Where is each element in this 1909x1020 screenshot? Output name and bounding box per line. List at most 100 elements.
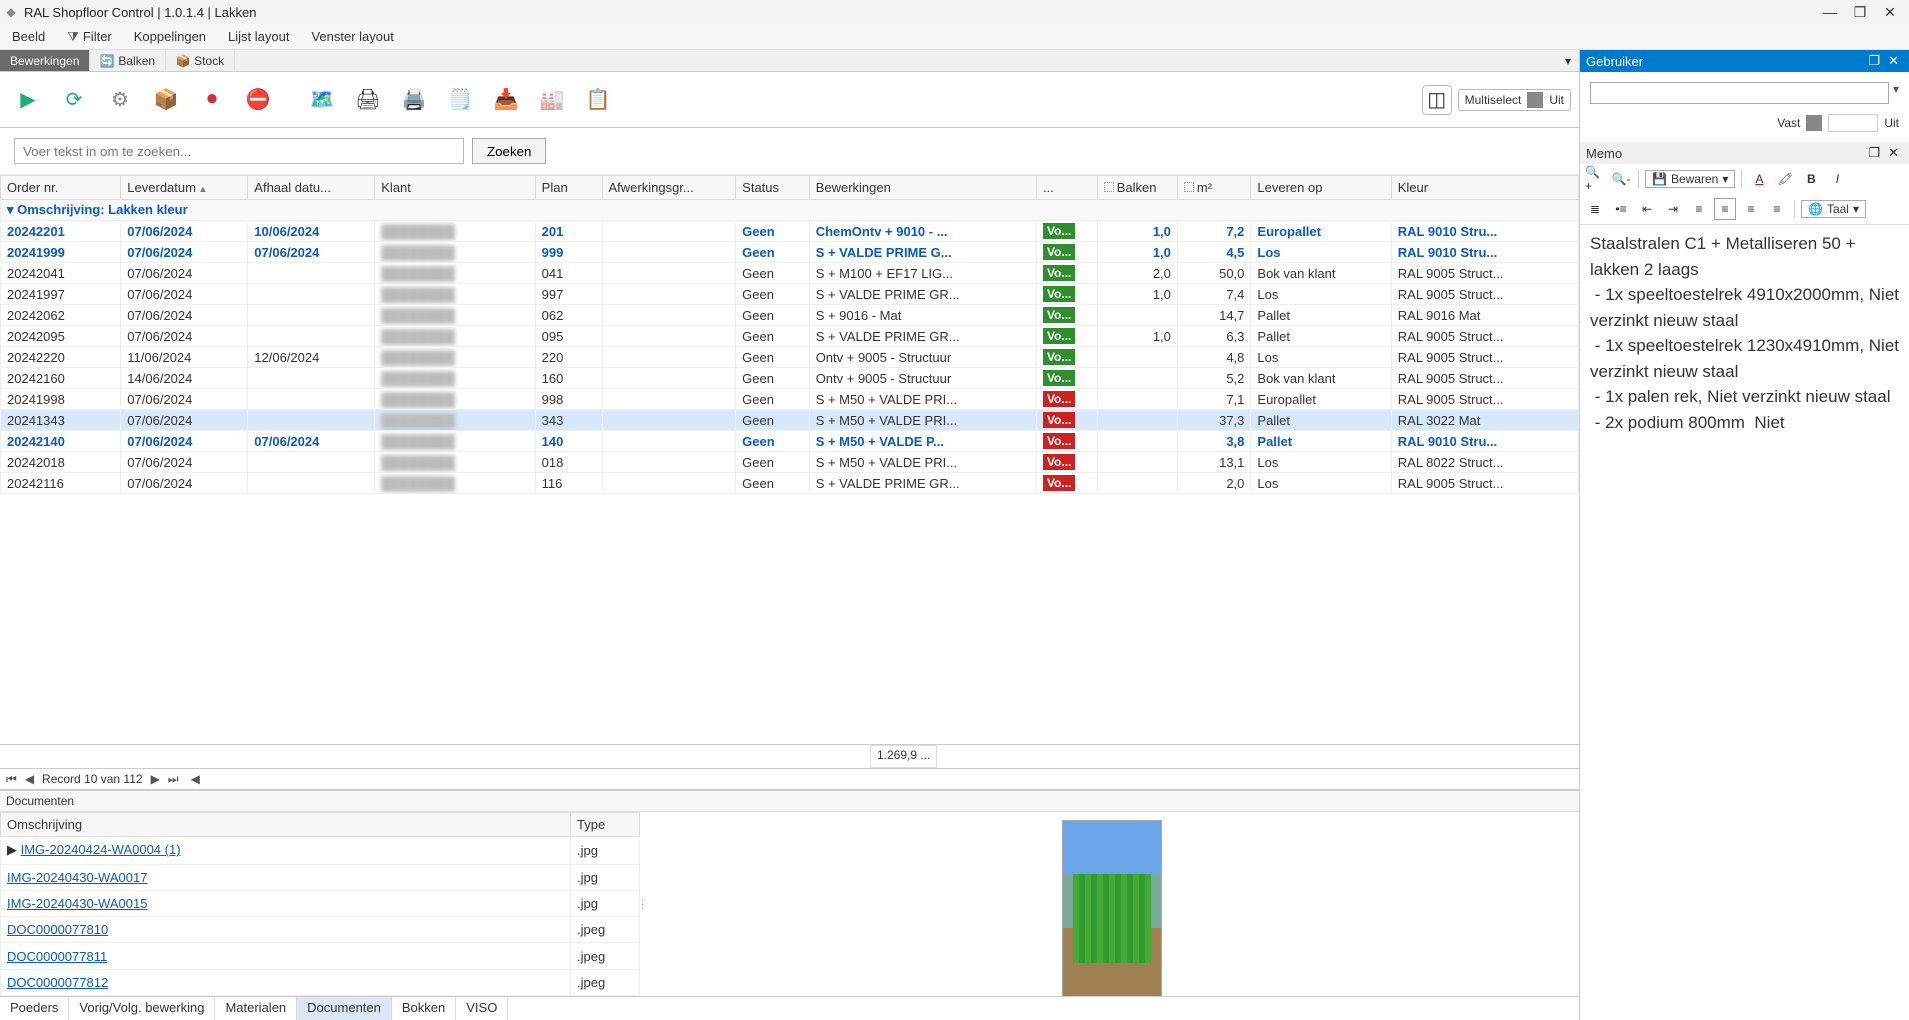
table-row[interactable]: 2024222011/06/202412/06/2024████████220G… [1,347,1579,368]
col-header[interactable]: Afwerkingsgr... [602,176,736,200]
tab-stock[interactable]: 📦Stock [166,50,235,71]
refresh-button[interactable]: ⟳ [54,80,94,120]
nav-next[interactable]: ▶ [151,772,160,786]
play-button[interactable]: ▶ [8,80,48,120]
nav-last[interactable]: ⏭ [168,772,179,787]
italic-icon[interactable]: I [1826,168,1848,190]
document-row[interactable]: DOC0000077810.jpeg [1,917,640,943]
bold-icon[interactable]: B [1800,168,1822,190]
table-row[interactable]: 2024204107/06/2024████████041GeenS + M10… [1,263,1579,284]
col-header[interactable]: ... [1036,176,1097,200]
search-button[interactable]: Zoeken [472,138,546,164]
col-header[interactable]: Kleur [1391,176,1578,200]
factory-button[interactable]: 🏭 [532,80,572,120]
bottom-tab[interactable]: Documenten [297,997,392,1020]
table-row[interactable]: 2024134307/06/2024████████343GeenS + M50… [1,410,1579,431]
barcode-button[interactable]: 🖨 [348,80,388,120]
col-header[interactable]: Order nr. [1,176,121,200]
menu-lijst-layout[interactable]: Lijst layout [224,27,293,46]
record-button[interactable]: ⏺ [192,80,232,120]
stop-button[interactable]: ⛔ [238,80,278,120]
document-row[interactable]: IMG-20240430-WA0015.jpg [1,890,640,916]
table-row[interactable]: 2024209507/06/2024████████095GeenS + VAL… [1,326,1579,347]
align-left-icon[interactable]: ≡ [1688,198,1710,220]
bottom-tab[interactable]: Bokken [392,997,456,1020]
menu-filter[interactable]: ⧩Filter [63,27,116,47]
col-header[interactable]: Klant [375,176,535,200]
orders-grid[interactable]: Order nr.LeverdatumAfhaal datu...KlantPl… [0,175,1579,744]
col-header[interactable]: m² [1177,176,1251,200]
col-header[interactable]: Balken [1097,176,1177,200]
print-button[interactable]: 🖨️ [394,80,434,120]
table-row[interactable]: 2024211607/06/2024████████116GeenS + VAL… [1,473,1579,494]
col-header[interactable]: Status [736,176,810,200]
font-color-icon[interactable]: A [1748,168,1770,190]
zoom-in-icon[interactable]: 🔍+ [1584,168,1606,190]
nav-first[interactable]: ⏮ [6,772,17,787]
menu-koppelingen[interactable]: Koppelingen [130,27,210,46]
clipboard-button[interactable]: 📋 [578,80,618,120]
search-input[interactable] [14,138,464,164]
col-header[interactable]: Bewerkingen [809,176,1036,200]
user-input[interactable] [1590,82,1889,104]
col-header[interactable]: Leverdatum [121,176,248,200]
multiselect-toggle[interactable]: Multiselect Uit [1458,89,1571,111]
table-row[interactable]: 2024201807/06/2024████████018GeenS + M50… [1,452,1579,473]
nav-prev[interactable]: ◀ [25,772,34,786]
outdent-icon[interactable]: ⇤ [1636,198,1658,220]
columns-button[interactable]: ◫ [1422,85,1452,115]
table-row[interactable]: 2024206207/06/2024████████062GeenS + 901… [1,305,1579,326]
col-header[interactable]: Plan [535,176,602,200]
list-bullet-icon[interactable]: •≡ [1610,198,1632,220]
bottom-tab[interactable]: Vorig/Volg. bewerking [69,997,215,1020]
vast-toggle[interactable] [1806,115,1822,131]
document-row[interactable]: DOC0000077811.jpeg [1,943,640,969]
memo-save-button[interactable]: 💾 Bewaren ▾ [1645,170,1735,188]
col-omschrijving[interactable]: Omschrijving [1,813,571,837]
highlight-icon[interactable]: 🖍 [1774,168,1796,190]
memo-language-button[interactable]: 🌐 Taal ▾ [1801,200,1866,218]
align-justify-icon[interactable]: ≡ [1766,198,1788,220]
table-row[interactable]: 2024199807/06/2024████████998GeenS + M50… [1,389,1579,410]
document-row[interactable]: IMG-20240430-WA0017.jpg [1,864,640,890]
pack-button[interactable]: 📥 [486,80,526,120]
scan-button[interactable]: 🗺️ [302,80,342,120]
document-row[interactable]: ▶ IMG-20240424-WA0004 (1).jpg [1,837,640,865]
tab-bewerkingen[interactable]: Bewerkingen [0,50,90,71]
col-type[interactable]: Type [571,813,640,837]
group-header[interactable]: ▾ Omschrijving: Lakken kleur [1,200,1579,221]
list-number-icon[interactable]: ≣ [1584,198,1606,220]
nav-scroll-left[interactable]: ◀ [191,772,200,786]
maximize-button[interactable]: ❐ [1845,2,1875,22]
user-dropdown-icon[interactable]: ▾ [1893,82,1899,104]
bottom-tab[interactable]: Poeders [0,997,69,1020]
bottom-tab[interactable]: Materialen [215,997,297,1020]
align-center-icon[interactable]: ≡ [1714,198,1736,220]
memo-close-icon[interactable]: ✕ [1884,145,1903,161]
note-add-button[interactable]: 🗒️ [440,80,480,120]
align-right-icon[interactable]: ≡ [1740,198,1762,220]
menu-venster-layout[interactable]: Venster layout [307,27,397,46]
col-header[interactable]: Leveren op [1251,176,1391,200]
panel-close-icon[interactable]: ✕ [1884,53,1903,69]
table-row[interactable]: 2024214007/06/202407/06/2024████████140G… [1,431,1579,452]
table-row[interactable]: 2024199707/06/2024████████997GeenS + VAL… [1,284,1579,305]
tab-balken[interactable]: 🔄Balken [90,50,166,71]
tabs-overflow[interactable]: ▾ [1557,50,1579,71]
memo-textarea[interactable]: Staalstralen C1 + Metalliseren 50 + lakk… [1580,225,1909,1020]
document-row[interactable]: DOC0000077812.jpeg [1,969,640,995]
package-button[interactable]: 📦 [146,80,186,120]
panel-dock-icon[interactable]: ❐ [1864,53,1884,69]
table-row[interactable]: 2024216014/06/2024████████160GeenOntv + … [1,368,1579,389]
settings-button[interactable]: ⚙ [100,80,140,120]
menu-beeld[interactable]: Beeld [8,27,49,46]
zoom-out-icon[interactable]: 🔍- [1610,168,1632,190]
memo-dock-icon[interactable]: ❐ [1864,145,1884,161]
bottom-tab[interactable]: VISO [456,997,508,1020]
documents-grid[interactable]: Omschrijving Type ▶ IMG-20240424-WA0004 … [0,812,640,996]
indent-icon[interactable]: ⇥ [1662,198,1684,220]
minimize-button[interactable]: — [1815,2,1845,22]
col-header[interactable]: Afhaal datu... [248,176,375,200]
table-row[interactable]: 2024199907/06/202407/06/2024████████999G… [1,242,1579,263]
table-row[interactable]: 2024220107/06/202410/06/2024████████201G… [1,221,1579,242]
